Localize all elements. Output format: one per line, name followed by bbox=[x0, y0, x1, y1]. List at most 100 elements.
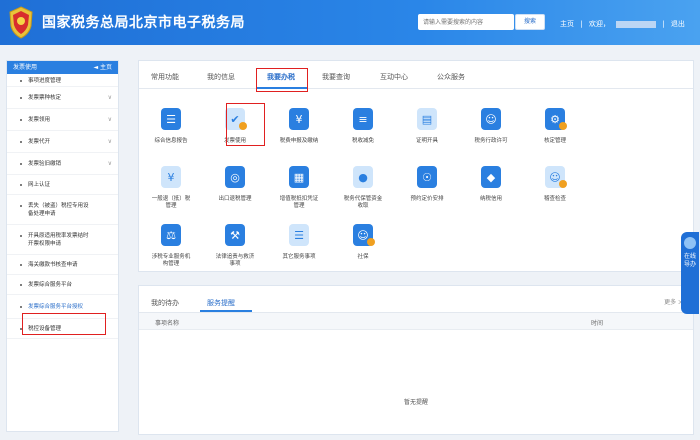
sidebar-item[interactable]: 事项进度管理 bbox=[7, 74, 118, 87]
service-label: 税收减免 bbox=[351, 138, 374, 144]
service-label: 稽查检查 bbox=[543, 196, 566, 202]
notification-panel: 我的待办 服务提醒 更多 > 事项名称 时间 暂无提醒 bbox=[138, 285, 694, 435]
tab-interaction[interactable]: 互动中心 bbox=[380, 72, 408, 82]
tab-query[interactable]: 我要查询 bbox=[322, 72, 350, 82]
tab-service-reminder[interactable]: 服务提醒 bbox=[207, 298, 235, 308]
certificate-icon: ▤ bbox=[417, 108, 437, 130]
service-item[interactable]: ☉ 预约定价安排 bbox=[401, 164, 453, 203]
chevron-down-icon: ∨ bbox=[107, 94, 112, 101]
service-label: 其它服务事项 bbox=[282, 254, 316, 260]
svg-text:☺: ☺ bbox=[485, 113, 496, 126]
sidebar-item[interactable]: 丢失（被盗）税控专用设 备处理申请 bbox=[7, 195, 118, 225]
svg-text:▦: ▦ bbox=[294, 171, 304, 184]
search-button[interactable]: 搜索 bbox=[515, 14, 545, 30]
sidebar-title: 发票使用 bbox=[13, 64, 38, 71]
service-item[interactable]: ● 税务代保管资金 收取 bbox=[337, 164, 389, 210]
service-label: 社保 bbox=[357, 254, 369, 260]
home-link[interactable]: 主页 bbox=[560, 20, 574, 28]
service-item[interactable]: ▦ 增值税抵扣凭证 管理 bbox=[273, 164, 325, 210]
inspection-icon: ☺ bbox=[545, 166, 567, 188]
svg-text:⚒: ⚒ bbox=[230, 229, 240, 242]
search-input[interactable] bbox=[418, 14, 514, 30]
bullet-icon bbox=[20, 141, 22, 143]
service-label: 增值税抵扣凭证 管理 bbox=[279, 196, 319, 209]
top-links: 主页 | 欢迎， | 退出 bbox=[560, 20, 685, 28]
sidebar-list: 事项进度管理 发票票种核定 ∨ 发票领用 ∨ 发票代开 ∨ 发票验旧缴销 ∨ 网上认证 丢失（被盗）… bbox=[7, 74, 118, 339]
service-label: 综合信息报告 bbox=[154, 138, 188, 144]
chevron-down-icon: ∨ bbox=[107, 138, 112, 145]
exit-link[interactable]: 退出 bbox=[671, 20, 685, 28]
sidebar-item-label: 网上认证 bbox=[28, 182, 51, 188]
service-item[interactable]: ¥ 一般退（抵）税 管理 bbox=[145, 164, 197, 210]
svg-text:◆: ◆ bbox=[487, 171, 496, 184]
service-label: 一般退（抵）税 管理 bbox=[151, 196, 191, 209]
sidebar-home-link[interactable]: ◄ 主页 bbox=[93, 61, 112, 74]
sidebar-item-label: 发票领用 bbox=[28, 117, 51, 123]
service-item[interactable]: ⚙ 核定管理 bbox=[529, 106, 581, 145]
sidebar-item-label: 发票综合服务平台授权 bbox=[28, 304, 84, 310]
bullet-icon bbox=[20, 264, 22, 266]
service-item[interactable]: ⚒ 法律追责与救济 事项 bbox=[209, 222, 261, 268]
service-item[interactable]: ▤ 证明开具 bbox=[401, 106, 453, 145]
svg-text:¥: ¥ bbox=[168, 171, 175, 184]
sidebar-item-label: 开具原适用税率发票结时 bbox=[28, 233, 89, 239]
sidebar-item-label-line2: 备处理申请 bbox=[28, 211, 56, 217]
sidebar: 发票使用 ◄ 主页 事项进度管理 发票票种核定 ∨ 发票领用 ∨ 发票代开 ∨ 发票验旧缴销 ∨… bbox=[6, 60, 119, 432]
sidebar-item-label: 丢失（被盗）税控专用设 bbox=[28, 203, 89, 209]
tab-public-service[interactable]: 公众服务 bbox=[437, 72, 465, 82]
agency-icon: ⚖ bbox=[161, 224, 181, 246]
service-item[interactable]: ☰ 综合信息报告 bbox=[145, 106, 197, 145]
vat-voucher-icon: ▦ bbox=[289, 166, 309, 188]
user-name-redacted bbox=[616, 20, 657, 28]
service-panel: 常用功能 我的信息 我要办税 我要查询 互动中心 公众服务 ☰ 综合信息报告 ✔ 发票… bbox=[138, 60, 694, 272]
service-item[interactable]: ◆ 纳税信用 bbox=[465, 164, 517, 203]
social-security-icon: ☺ bbox=[353, 224, 375, 246]
empty-message: 暂无提醒 bbox=[403, 399, 428, 406]
service-item[interactable]: ◎ 出口退税管理 bbox=[209, 164, 261, 203]
online-guide-button[interactable]: 在线导办 bbox=[681, 232, 699, 314]
sidebar-item[interactable]: 发票票种核定 ∨ bbox=[7, 87, 118, 109]
service-item[interactable]: ☰ 其它服务事项 bbox=[273, 222, 325, 261]
sidebar-item-label-line2: 开票权限申请 bbox=[28, 241, 62, 247]
tab-my-todo[interactable]: 我的待办 bbox=[151, 298, 179, 308]
online-guide-label: 在线导办 bbox=[684, 253, 697, 268]
svg-text:¥: ¥ bbox=[296, 113, 303, 126]
tax-declare-icon: ¥ bbox=[289, 108, 309, 130]
sidebar-item-label: 事项进度管理 bbox=[28, 77, 62, 84]
service-label: 法律追责与救济 事项 bbox=[215, 254, 255, 267]
sidebar-item[interactable]: 开具原适用税率发票结时 开票权限申请 bbox=[7, 225, 118, 255]
service-item[interactable]: ☺ 稽查检查 bbox=[529, 164, 581, 203]
verify-icon: ⚙ bbox=[545, 108, 567, 130]
report-icon: ☰ bbox=[161, 108, 181, 130]
svg-text:☺: ☺ bbox=[357, 229, 368, 242]
other-icon: ☰ bbox=[289, 224, 309, 246]
credit-icon: ◆ bbox=[481, 166, 501, 188]
column-time: 时间 bbox=[591, 320, 604, 327]
service-item[interactable]: ≡ 税收减免 bbox=[337, 106, 389, 145]
service-item[interactable]: ⚖ 涉税专业服务机 构管理 bbox=[145, 222, 197, 268]
highlight-box-invoice bbox=[226, 103, 265, 146]
sidebar-item[interactable]: 发票验旧缴销 ∨ bbox=[7, 153, 118, 175]
tab-my-info[interactable]: 我的信息 bbox=[207, 72, 235, 82]
service-label: 纳税信用 bbox=[479, 196, 502, 202]
tax-relief-icon: ≡ bbox=[353, 108, 373, 130]
sidebar-item[interactable]: 网上认证 bbox=[7, 175, 118, 195]
sidebar-item[interactable]: 海关缴款书核查申请 bbox=[7, 255, 118, 275]
service-item[interactable]: ☺ 社保 bbox=[337, 222, 389, 261]
sidebar-item[interactable]: 发票领用 ∨ bbox=[7, 109, 118, 131]
service-item[interactable]: ¥ 税费申报及缴纳 bbox=[273, 106, 325, 145]
tab-common[interactable]: 常用功能 bbox=[151, 72, 179, 82]
bullet-icon bbox=[20, 119, 22, 121]
bullet-icon bbox=[20, 205, 22, 207]
sidebar-item[interactable]: 发票代开 ∨ bbox=[7, 131, 118, 153]
export-refund-icon: ◎ bbox=[225, 166, 245, 188]
service-label: 证明开具 bbox=[415, 138, 438, 144]
service-label: 出口退税管理 bbox=[218, 196, 252, 202]
bullet-icon bbox=[20, 184, 22, 186]
chevron-down-icon: ∨ bbox=[107, 160, 112, 167]
service-label: 核定管理 bbox=[543, 138, 566, 144]
svg-text:⚙: ⚙ bbox=[550, 113, 560, 126]
fund-icon: ● bbox=[353, 166, 373, 188]
service-item[interactable]: ☺ 税务行政许可 bbox=[465, 106, 517, 145]
sidebar-item[interactable]: 发票综合服务平台 bbox=[7, 275, 118, 295]
